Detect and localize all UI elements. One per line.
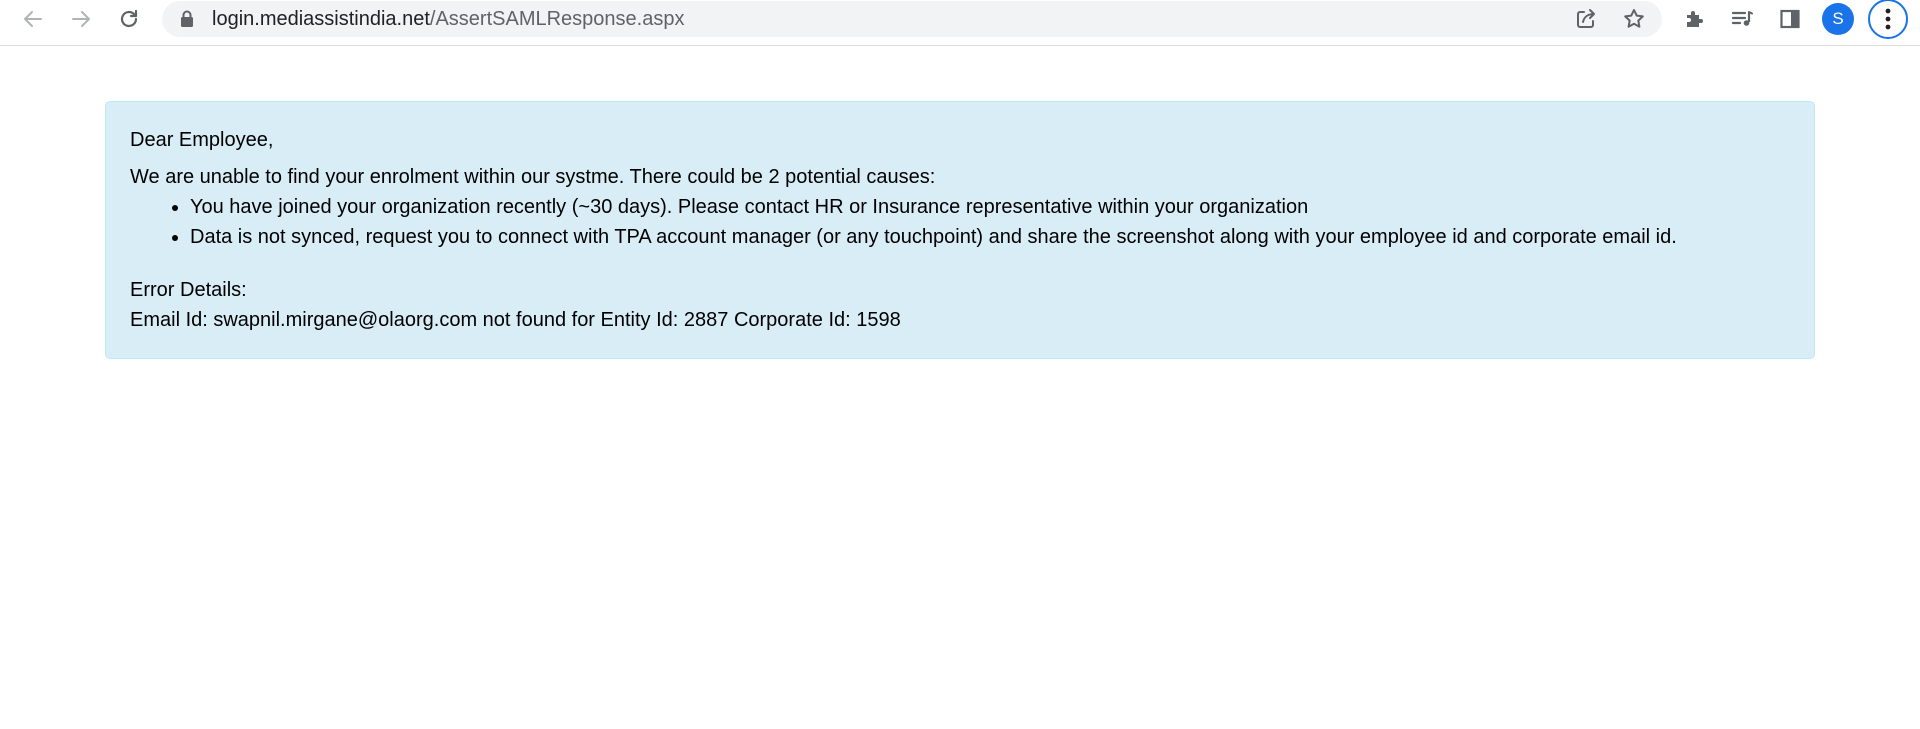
greeting-text: Dear Employee,	[130, 129, 274, 151]
url-path: /AssertSAMLResponse.aspx	[429, 8, 685, 30]
arrow-left-icon	[24, 11, 42, 27]
error-details-text: Email Id: swapnil.mirgane@olaorg.com not…	[130, 309, 901, 331]
list-item: Data is not synced, request you to conne…	[190, 222, 1790, 252]
lock-icon[interactable]	[180, 10, 194, 28]
share-icon	[1577, 9, 1595, 28]
url-host: login.mediassistindia.net	[212, 8, 430, 30]
star-icon	[1624, 9, 1644, 28]
back-button[interactable]	[15, 1, 51, 37]
media-button[interactable]	[1724, 1, 1760, 37]
share-button[interactable]	[1570, 3, 1602, 35]
address-bar[interactable]: login.mediassistindia.net/AssertSAMLResp…	[162, 1, 1662, 37]
browser-menu-button[interactable]	[1868, 0, 1908, 39]
kebab-menu-icon	[1885, 8, 1891, 30]
extensions-button[interactable]	[1677, 1, 1713, 37]
side-panel-button[interactable]	[1772, 1, 1808, 37]
side-panel-icon	[1780, 9, 1800, 29]
url-text[interactable]: login.mediassistindia.net/AssertSAMLResp…	[212, 1, 684, 37]
intro-text: We are unable to find your enrolment wit…	[130, 166, 936, 188]
arrow-right-icon	[72, 11, 90, 27]
puzzle-icon	[1687, 11, 1703, 27]
causes-list: You have joined your organization recent…	[130, 192, 1790, 252]
reload-icon	[120, 9, 138, 28]
error-details-title: Error Details:	[130, 279, 247, 301]
list-item: You have joined your organization recent…	[190, 192, 1790, 222]
reload-button[interactable]	[111, 1, 147, 37]
error-alert-box: Dear Employee, We are unable to find you…	[105, 101, 1815, 359]
browser-toolbar: login.mediassistindia.net/AssertSAMLResp…	[0, 0, 1920, 46]
media-queue-icon	[1731, 11, 1753, 26]
forward-button[interactable]	[63, 1, 99, 37]
profile-avatar[interactable]: S	[1822, 3, 1854, 35]
bookmark-button[interactable]	[1618, 3, 1650, 35]
